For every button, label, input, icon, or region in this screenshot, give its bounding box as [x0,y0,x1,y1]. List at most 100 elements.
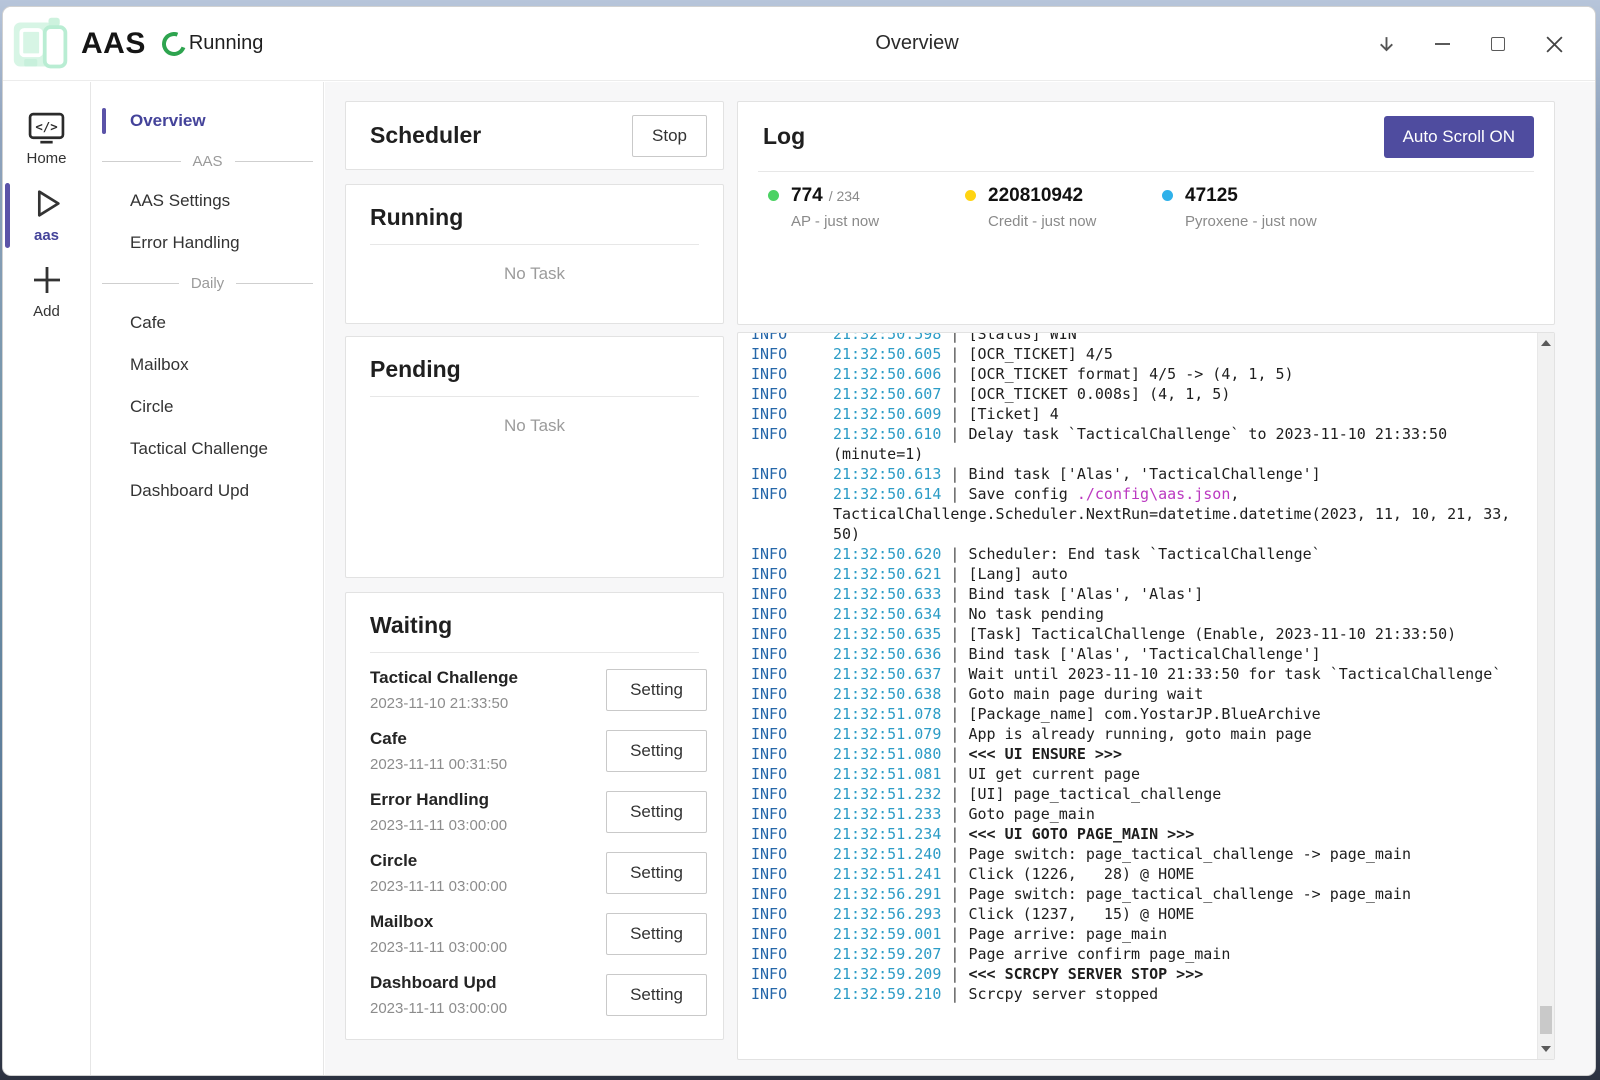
waiting-item-info: Error Handling 2023-11-11 03:00:00 [370,790,507,834]
waiting-item-info: Mailbox2023-11-11 03:00:00 [370,912,507,956]
log-entry: INFO21:32:51.079 | App is already runnin… [751,724,1525,744]
log-output[interactable]: INFO21:32:50.598 | [Status] WININFO21:32… [738,333,1537,1059]
task-next-run: 2023-11-10 21:33:50 [370,695,518,712]
play-icon [28,185,65,222]
stat-credit: 220810942 Credit - just now [965,185,1162,230]
sidebar-item-tactical-challenge[interactable]: Tactical Challenge [92,428,323,470]
stat-dot-icon [1162,190,1173,201]
log-entry: INFO21:32:50.636 | Bind task ['Alas', 'T… [751,644,1525,664]
stat-pyroxene: 47125 Pyroxene - just now [1162,185,1359,230]
waiting-item-error-handling: Error Handling 2023-11-11 03:00:00 Setting [370,781,707,842]
auto-scroll-button[interactable]: Auto Scroll ON [1384,116,1534,158]
task-name: Dashboard Upd [370,973,507,993]
setting-button-cafe[interactable]: Setting [606,730,707,772]
waiting-item-cafe: Cafe2023-11-11 00:31:50 Setting [370,720,707,781]
stat-label: Pyroxene - just now [1185,213,1317,230]
stop-button[interactable]: Stop [632,115,707,157]
setting-button-dashboard-upd[interactable]: Setting [606,974,707,1016]
waiting-item-info: Cafe2023-11-11 00:31:50 [370,729,507,773]
log-entry: INFO21:32:59.209 | <<< SCRCPY SERVER STO… [751,964,1525,984]
running-card: Running No Task [345,184,724,324]
sidebar-item-cafe[interactable]: Cafe [92,302,323,344]
log-entry: INFO21:32:50.633 | Bind task ['Alas', 'A… [751,584,1525,604]
sidebar: OverviewAASAAS SettingsError HandlingDai… [92,82,324,1075]
rail-item-add[interactable]: Add [3,254,90,330]
sidebar-item-error-handling[interactable]: Error Handling [92,222,323,264]
pending-title: Pending [370,356,699,383]
stat-dot-icon [768,190,779,201]
sidebar-section-daily: Daily [92,264,323,302]
stat-label: AP - just now [791,213,879,230]
running-title: Running [370,204,699,231]
scroll-down-icon[interactable] [1541,1046,1551,1052]
plus-icon [29,262,65,298]
sidebar-item-dashboard-upd[interactable]: Dashboard Upd [92,470,323,512]
pending-empty-label: No Task [370,416,699,436]
download-update-icon[interactable] [1371,29,1401,59]
stat-value: 47125 [1185,185,1238,206]
task-next-run: 2023-11-11 00:31:50 [370,756,507,773]
waiting-item-info: Tactical Challenge2023-11-10 21:33:50 [370,668,518,712]
setting-button-error-handling[interactable]: Setting [606,791,707,833]
setting-button-mailbox[interactable]: Setting [606,913,707,955]
main-content: Scheduler Stop Running No Task Pending N… [325,82,1595,1075]
rail-label-aas: aas [34,227,59,244]
app-logo-icon [11,14,71,74]
log-title: Log [763,123,805,150]
rail-item-aas[interactable]: aas [3,177,90,254]
scrollbar-thumb[interactable] [1540,1006,1552,1034]
waiting-item-info: Dashboard Upd 2023-11-11 03:00:00 [370,973,507,1017]
sidebar-item-overview[interactable]: Overview [92,100,323,142]
setting-button-tactical-challenge[interactable]: Setting [606,669,707,711]
log-entry: INFO21:32:51.080 | <<< UI ENSURE >>> [751,744,1525,764]
log-entry: INFO21:32:59.001 | Page arrive: page_mai… [751,924,1525,944]
waiting-card: Waiting Tactical Challenge2023-11-10 21:… [345,592,724,1040]
waiting-list: Tactical Challenge2023-11-10 21:33:50 Set… [370,659,707,1025]
log-entry: INFO21:32:59.210 | Scrcpy server stopped [751,984,1525,1004]
sidebar-item-mailbox[interactable]: Mailbox [92,344,323,386]
stat-ap: 774/ 234AP - just now [768,185,965,230]
running-empty-label: No Task [370,264,699,284]
setting-button-circle[interactable]: Setting [606,852,707,894]
waiting-item-circle: Circle2023-11-11 03:00:00Setting [370,842,707,903]
divider [370,652,699,653]
close-icon[interactable] [1539,29,1569,59]
stat-suffix: / 234 [829,188,860,204]
scheduler-title: Scheduler [370,122,481,149]
scheduler-card: Scheduler Stop [345,101,724,170]
maximize-icon[interactable] [1483,29,1513,59]
sidebar-item-circle[interactable]: Circle [92,386,323,428]
task-name: Error Handling [370,790,507,810]
log-panel: INFO21:32:50.598 | [Status] WININFO21:32… [737,332,1555,1060]
window-controls [1371,7,1569,81]
log-scrollbar[interactable] [1537,333,1554,1059]
log-entry: INFO21:32:50.598 | [Status] WIN [751,333,1525,344]
rail-label-add: Add [33,303,60,320]
waiting-item-tactical-challenge: Tactical Challenge2023-11-10 21:33:50 Set… [370,659,707,720]
divider [370,396,699,397]
sidebar-item-aas-settings[interactable]: AAS Settings [92,180,323,222]
log-entry: INFO21:32:50.637 | Wait until 2023-11-10… [751,664,1525,684]
scroll-up-icon[interactable] [1541,340,1551,346]
pending-card: Pending No Task [345,336,724,578]
stat-value: 220810942 [988,185,1083,206]
scheduler-status-label: Running [189,32,264,55]
log-entry: INFO21:32:56.293 | Click (1237, 15) @ HO… [751,904,1525,924]
log-entry: INFO21:32:59.207 | Page arrive confirm p… [751,944,1525,964]
log-entry: INFO21:32:51.241 | Click (1226, 28) @ HO… [751,864,1525,884]
log-entry: INFO21:32:50.605 | [OCR_TICKET] 4/5 [751,344,1525,364]
task-next-run: 2023-11-11 03:00:00 [370,817,507,834]
svg-text:</>: </> [35,120,57,134]
minimize-icon[interactable] [1427,29,1457,59]
sidebar-section-aas: AAS [92,142,323,180]
stat-label: Credit - just now [988,213,1096,230]
log-entry: INFO21:32:51.240 | Page switch: page_tac… [751,844,1525,864]
log-entry: INFO21:32:50.609 | [Ticket] 4 [751,404,1525,424]
divider [370,244,699,245]
log-entry: INFO21:32:50.621 | [Lang] auto [751,564,1525,584]
rail-item-home[interactable]: </> Home [3,104,90,177]
task-next-run: 2023-11-11 03:00:00 [370,1000,507,1017]
titlebar: AAS Running Overview [3,7,1595,81]
waiting-title: Waiting [370,612,707,639]
log-entry: INFO21:32:51.078 | [Package_name] com.Yo… [751,704,1525,724]
